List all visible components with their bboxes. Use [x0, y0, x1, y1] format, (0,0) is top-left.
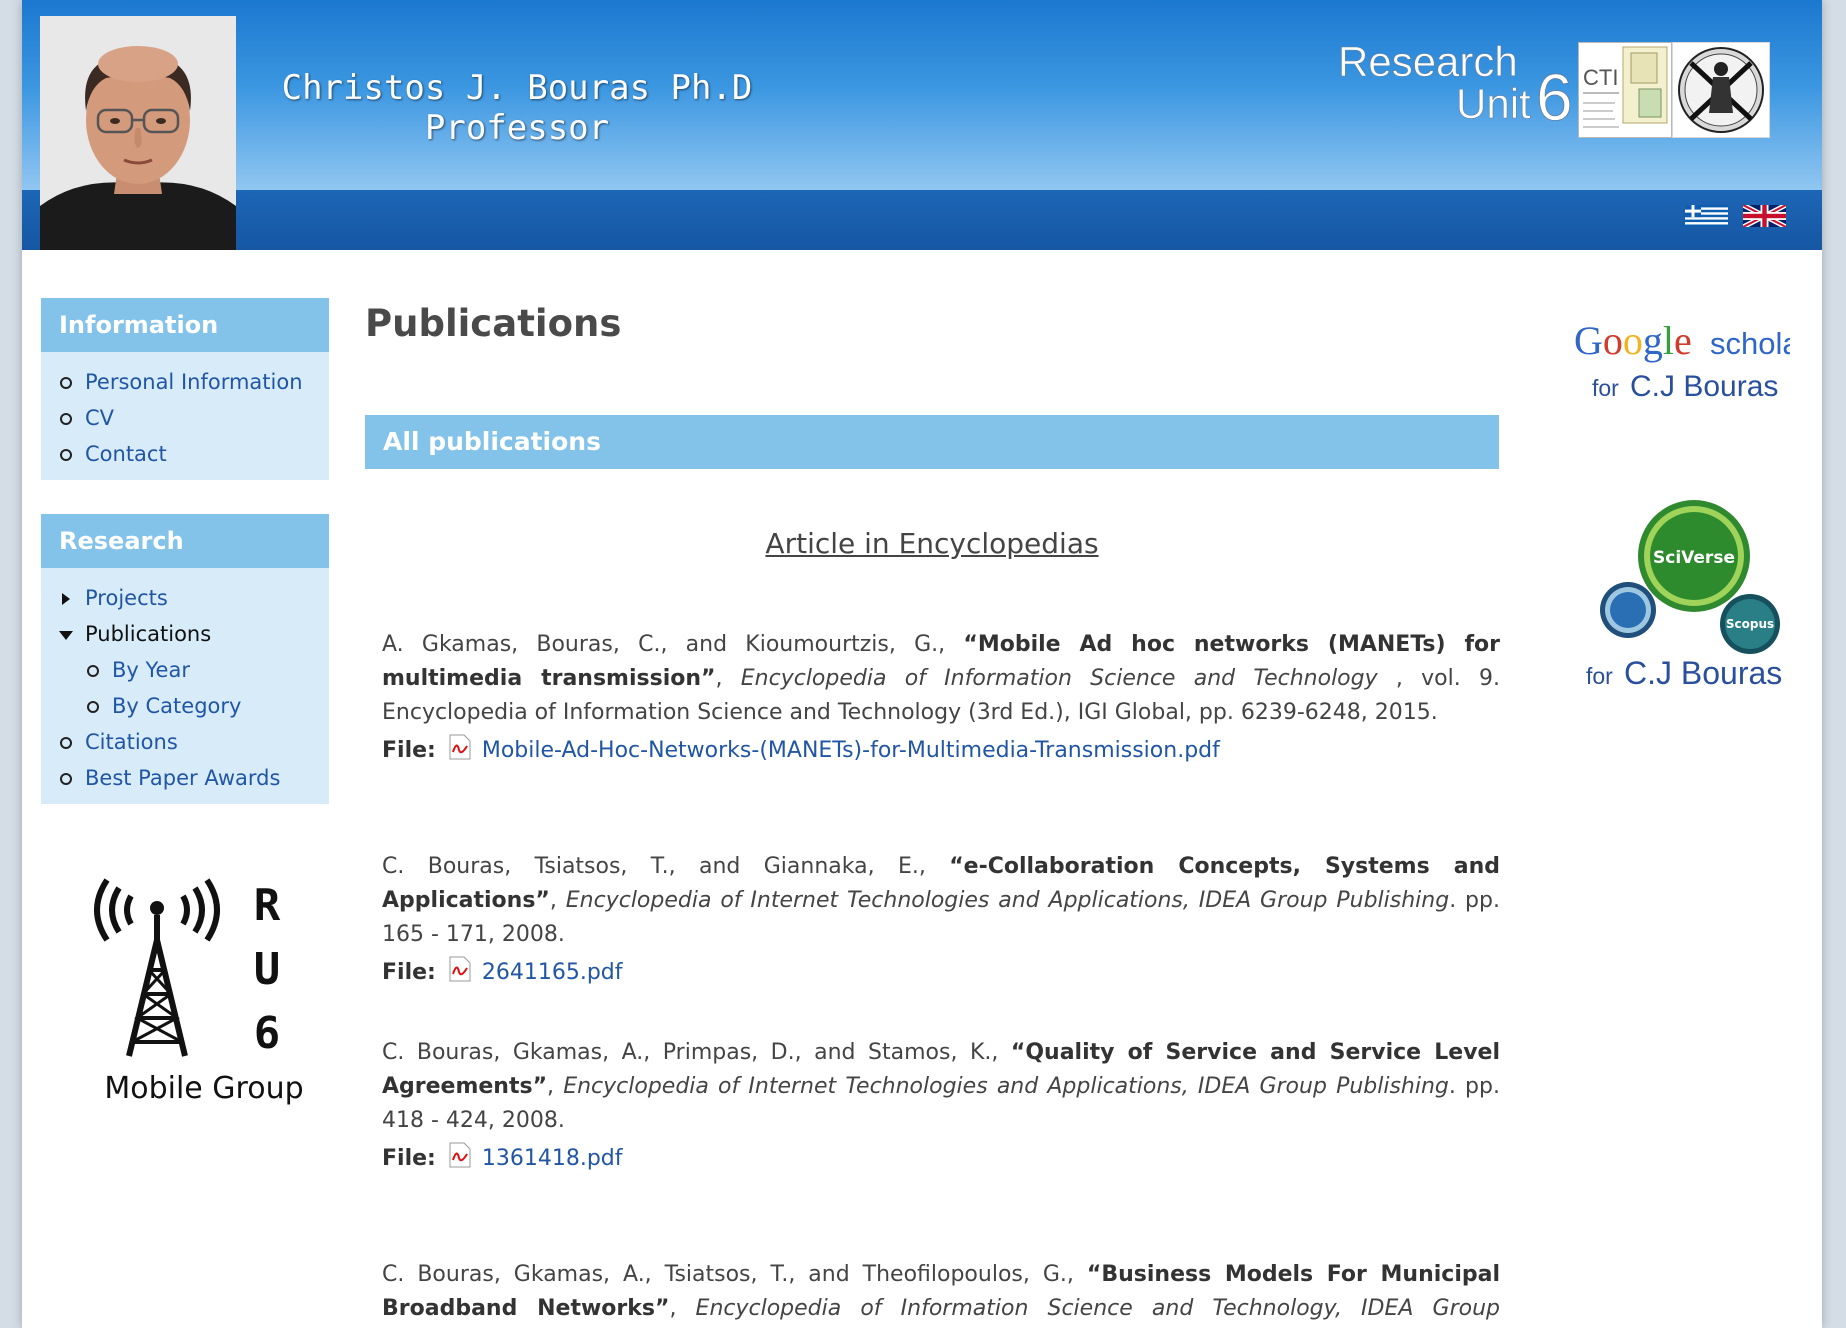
- sidebar-item-label: Contact: [85, 442, 167, 466]
- svg-text:Google: Google: [1574, 318, 1692, 363]
- bullet-icon: [60, 449, 72, 461]
- pub-authors: A. Gkamas, Bouras, C., and Kioumourtzis,…: [382, 632, 964, 657]
- sidebar-item-label: Projects: [85, 586, 168, 610]
- header-bar: [22, 190, 1822, 250]
- pub-venue: Encyclopedia of Information Science and …: [740, 666, 1378, 691]
- sidebar-item-best-paper-awards[interactable]: Best Paper Awards: [41, 760, 329, 796]
- pub-authors: C. Bouras, Gkamas, A., Primpas, D., and …: [382, 1040, 1011, 1065]
- publication-item: C. Bouras, Gkamas, A., Tsiatsos, T., and…: [382, 1258, 1500, 1328]
- pub-venue: Encyclopedia of Internet Technologies an…: [565, 888, 1450, 913]
- for-word: for: [1592, 375, 1619, 401]
- page: Christos J. Bouras Ph.D Professor Resear…: [22, 0, 1822, 1328]
- sidebar-item-contact[interactable]: Contact: [41, 436, 329, 472]
- google-scholar-link[interactable]: Google scholar for C.J Bouras: [1550, 318, 1810, 408]
- pub-authors: C. Bouras, Tsiatsos, T., and Giannaka, E…: [382, 854, 950, 879]
- mobile-group-caption: Mobile Group: [104, 1071, 303, 1106]
- cti-text: CTI: [1583, 65, 1618, 90]
- owner-name: C.J Bouras: [1624, 655, 1782, 691]
- publication-item: C. Bouras, Tsiatsos, T., and Giannaka, E…: [382, 850, 1500, 990]
- ru6-text-unit: Unit: [1456, 80, 1531, 127]
- file-label: File:: [382, 1146, 436, 1171]
- greek-flag-icon[interactable]: [1684, 205, 1728, 227]
- section-title: Article in Encyclopedias: [765, 527, 1099, 560]
- pub-file-row: File: 1361418.pdf: [382, 1142, 1500, 1176]
- uk-flag-icon[interactable]: [1741, 202, 1788, 230]
- sidebar-item-citations[interactable]: Citations: [41, 724, 329, 760]
- bullet-icon: [60, 737, 72, 749]
- publication-item: C. Bouras, Gkamas, A., Primpas, D., and …: [382, 1036, 1500, 1176]
- sidebar-information-list: Personal Information CV Contact: [41, 352, 329, 480]
- pdf-icon: [449, 1142, 471, 1168]
- sidebar-item-label: CV: [85, 406, 115, 430]
- sidebar-research: Research Projects Publications By Year B…: [41, 514, 329, 804]
- bullet-icon: [87, 701, 99, 713]
- header-name: Christos J. Bouras Ph.D: [281, 68, 753, 108]
- bullet-icon: [60, 413, 72, 425]
- pub-file-row: File: Mobile-Ad-Hoc-Networks-(MANETs)-fo…: [382, 734, 1500, 768]
- sidebar-research-title: Research: [41, 514, 329, 568]
- scholar-word: scholar: [1710, 326, 1790, 361]
- all-publications-bar: All publications: [365, 415, 1499, 469]
- sidebar-item-label: Personal Information: [85, 370, 303, 394]
- caret-down-icon: [59, 631, 73, 640]
- pdf-icon: [449, 956, 471, 982]
- sidebar-item-label: By Category: [112, 694, 242, 718]
- ru6-letter-6: 6: [254, 1008, 281, 1059]
- pdf-file-link[interactable]: 2641165.pdf: [482, 960, 623, 985]
- bullet-icon: [60, 377, 72, 389]
- sidebar-item-projects[interactable]: Projects: [41, 580, 329, 616]
- sciverse-text: SciVerse: [1653, 548, 1735, 568]
- bullet-icon: [87, 665, 99, 677]
- header: Christos J. Bouras Ph.D Professor Resear…: [22, 0, 1822, 250]
- header-role: Professor: [424, 108, 610, 148]
- header-title: Christos J. Bouras Ph.D Professor: [277, 68, 757, 148]
- scopus-text: Scopus: [1726, 617, 1774, 631]
- sidebar-item-by-category[interactable]: By Category: [41, 688, 329, 724]
- for-word: for: [1586, 663, 1613, 689]
- cti-logo[interactable]: CTI: [1578, 42, 1672, 138]
- sidebar-information-title: Information: [41, 298, 329, 352]
- pdf-file-link[interactable]: 1361418.pdf: [482, 1146, 623, 1171]
- pub-authors: C. Bouras, Gkamas, A., Tsiatsos, T., and…: [382, 1262, 1087, 1287]
- sidebar-item-publications[interactable]: Publications: [41, 616, 329, 652]
- ru6-letter-u: U: [254, 944, 281, 995]
- page-title: Publications: [365, 302, 622, 345]
- sidebar-item-label: Citations: [85, 730, 178, 754]
- sciverse-scopus-link[interactable]: SciVerse Scopus for C.J Bouras: [1558, 498, 1798, 698]
- ru6-letter-r: R: [254, 880, 281, 931]
- university-of-patras-logo[interactable]: [1672, 42, 1770, 138]
- profile-photo: [40, 16, 236, 250]
- sidebar-item-label: Best Paper Awards: [85, 766, 281, 790]
- file-label: File:: [382, 738, 436, 763]
- sidebar-item-label: Publications: [85, 622, 212, 646]
- language-switcher: [1675, 202, 1788, 230]
- pdf-icon: [449, 734, 471, 760]
- ru6-text-num: 6: [1536, 60, 1573, 134]
- pub-file-row: File: 2641165.pdf: [382, 956, 1500, 990]
- research-unit-6-logo[interactable]: Research Unit 6: [1308, 36, 1584, 136]
- owner-name: C.J Bouras: [1630, 370, 1778, 403]
- sidebar-item-personal-information[interactable]: Personal Information: [41, 364, 329, 400]
- pdf-file-link[interactable]: Mobile-Ad-Hoc-Networks-(MANETs)-for-Mult…: [482, 738, 1220, 763]
- ru6-mobile-group-logo[interactable]: R U 6 Mobile Group: [77, 860, 317, 1110]
- sidebar-item-by-year[interactable]: By Year: [41, 652, 329, 688]
- pub-venue: Encyclopedia of Internet Technologies an…: [563, 1074, 1449, 1099]
- bullet-icon: [60, 773, 72, 785]
- file-label: File:: [382, 960, 436, 985]
- publication-item: A. Gkamas, Bouras, C., and Kioumourtzis,…: [382, 628, 1500, 768]
- sidebar-research-list: Projects Publications By Year By Categor…: [41, 568, 329, 804]
- caret-right-icon: [62, 593, 70, 605]
- sidebar-information: Information Personal Information CV Cont…: [41, 298, 329, 480]
- ru6-text-research: Research: [1338, 38, 1518, 85]
- sidebar-item-cv[interactable]: CV: [41, 400, 329, 436]
- sidebar-item-label: By Year: [112, 658, 190, 682]
